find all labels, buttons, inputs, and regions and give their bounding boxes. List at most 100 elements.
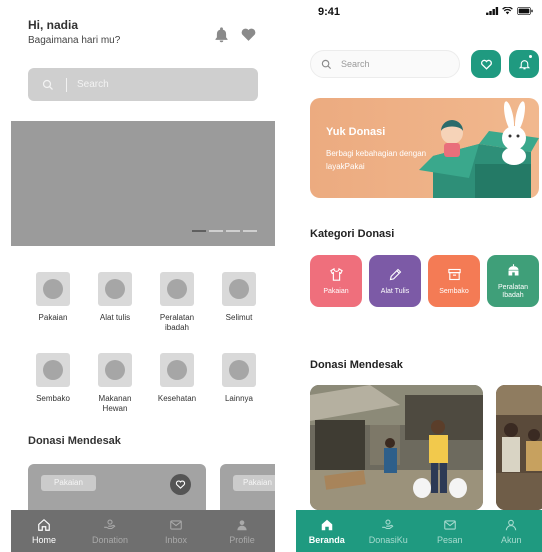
bell-icon (518, 59, 530, 69)
donation-icon (104, 519, 116, 529)
favorites-button[interactable] (471, 50, 501, 78)
greeting-subtitle: Bagaimana hari mu? (28, 35, 121, 46)
urgent-donation-photo[interactable] (310, 385, 483, 510)
heart-outline-icon (480, 59, 492, 70)
category-label: Alat tulis (99, 313, 131, 322)
category-label: Pakaian (38, 313, 68, 322)
banner-title: Yuk Donasi (326, 126, 386, 138)
promo-banner[interactable]: Yuk Donasi Berbagi kebahagian dengan lay… (310, 98, 539, 198)
category-peralatan-ibadah[interactable]: Peralatan Ibadah (487, 255, 539, 307)
category-grid: Pakaian Alat tulis Peralatan ibadah Seli… (22, 272, 272, 424)
category-icon-placeholder (98, 272, 132, 306)
category-item[interactable]: Makanan Hewan (84, 353, 146, 424)
category-pakaian[interactable]: Pakaian (310, 255, 362, 307)
category-item[interactable]: Lainnya (208, 353, 270, 424)
heart-outline-icon (175, 480, 186, 489)
home-icon (321, 519, 332, 530)
bottom-navigation: Home Donation Inbox Profile (11, 510, 275, 552)
section-title-urgent: Donasi Mendesak (310, 359, 403, 371)
nav-label: Beranda (308, 534, 345, 545)
category-label: Alat Tulis (380, 287, 410, 295)
heart-icon[interactable] (240, 26, 257, 43)
hifi-screen: 9:41 Search Yuk Donasi Berbagi kebahagia… (296, 0, 542, 552)
banner-placeholder[interactable] (11, 121, 275, 246)
nav-item-home[interactable]: Home (11, 510, 77, 552)
search-icon (42, 79, 53, 90)
donation-box-illustration (419, 101, 539, 198)
category-icon-placeholder (160, 353, 194, 387)
donation-icon (382, 519, 394, 529)
card-tag: Pakaian (233, 475, 275, 491)
category-icon-placeholder (160, 272, 194, 306)
search-placeholder[interactable]: Search (341, 59, 370, 69)
nav-item-profile[interactable]: Profile (209, 510, 275, 552)
nav-label: Akun (500, 534, 522, 545)
user-icon (506, 519, 517, 530)
category-label: Makanan Hewan (98, 394, 132, 413)
flood-scene-image (310, 385, 483, 510)
bell-icon[interactable] (213, 26, 230, 43)
category-label: Kesehatan (157, 394, 197, 403)
wifi-icon (502, 7, 513, 15)
category-icon-placeholder (222, 353, 256, 387)
urgent-donation-photo[interactable] (496, 385, 542, 510)
shirt-icon (329, 267, 343, 281)
nav-label: DonasiKu (368, 534, 408, 545)
search-bar[interactable]: Search (28, 68, 258, 101)
carousel-dot[interactable] (192, 230, 206, 232)
search-placeholder[interactable]: Search (77, 79, 109, 90)
category-icon-placeholder (222, 272, 256, 306)
category-icon-placeholder (98, 353, 132, 387)
notification-badge (528, 54, 533, 59)
section-title-urgent: Donasi Mendesak (28, 435, 121, 447)
category-item[interactable]: Alat tulis (84, 272, 146, 343)
mail-icon (443, 519, 456, 530)
category-alat-tulis[interactable]: Alat Tulis (369, 255, 421, 307)
nav-label: Donation (91, 534, 129, 545)
status-icons (486, 7, 534, 15)
category-label: Pakaian (323, 287, 349, 295)
category-sembako[interactable]: Sembako (428, 255, 480, 307)
bottom-navigation: Beranda DonasiKu Pesan Akun (296, 510, 542, 552)
greeting-title: Hi, nadia (28, 18, 79, 32)
carousel-dot[interactable] (209, 230, 223, 232)
category-item[interactable]: Kesehatan (146, 353, 208, 424)
box-icon (447, 268, 461, 280)
nav-item-inbox[interactable]: Inbox (143, 510, 209, 552)
carousel-dot[interactable] (243, 230, 257, 232)
crowd-scene-image (496, 385, 542, 510)
header-actions (213, 26, 257, 43)
nav-item-donasiku[interactable]: DonasiKu (358, 510, 420, 552)
nav-item-pesan[interactable]: Pesan (419, 510, 481, 552)
category-item[interactable]: Pakaian (22, 272, 84, 343)
carousel-dot[interactable] (226, 230, 240, 232)
mail-icon (170, 519, 182, 530)
mosque-icon (508, 263, 518, 275)
carousel-indicator (192, 230, 257, 232)
nav-item-donation[interactable]: Donation (77, 510, 143, 552)
search-icon (321, 59, 332, 69)
favorite-button[interactable] (170, 474, 191, 495)
category-label: Lainnya (224, 394, 254, 403)
search-divider (66, 77, 67, 92)
nav-item-akun[interactable]: Akun (481, 510, 542, 552)
wireframe-screen: Hi, nadia Bagaimana hari mu? Search Paka… (0, 0, 275, 552)
nav-label: Home (31, 534, 56, 545)
card-tag: Pakaian (41, 475, 96, 491)
search-bar[interactable]: Search (310, 50, 460, 78)
nav-label: Inbox (164, 534, 188, 545)
category-label: Selimut (225, 313, 253, 322)
pencil-icon (389, 268, 401, 280)
notifications-button[interactable] (509, 50, 539, 78)
nav-item-beranda[interactable]: Beranda (296, 510, 358, 552)
nav-label: Pesan (436, 534, 463, 545)
battery-icon (517, 7, 533, 15)
category-icon-placeholder (36, 272, 70, 306)
greeting-block: Hi, nadia Bagaimana hari mu? (28, 18, 120, 46)
home-icon (38, 518, 50, 531)
category-label: Sembako (36, 394, 70, 403)
nav-label: Profile (229, 534, 255, 545)
category-item[interactable]: Selimut (208, 272, 270, 343)
category-item[interactable]: Peralatan ibadah (146, 272, 208, 343)
category-item[interactable]: Sembako (22, 353, 84, 424)
